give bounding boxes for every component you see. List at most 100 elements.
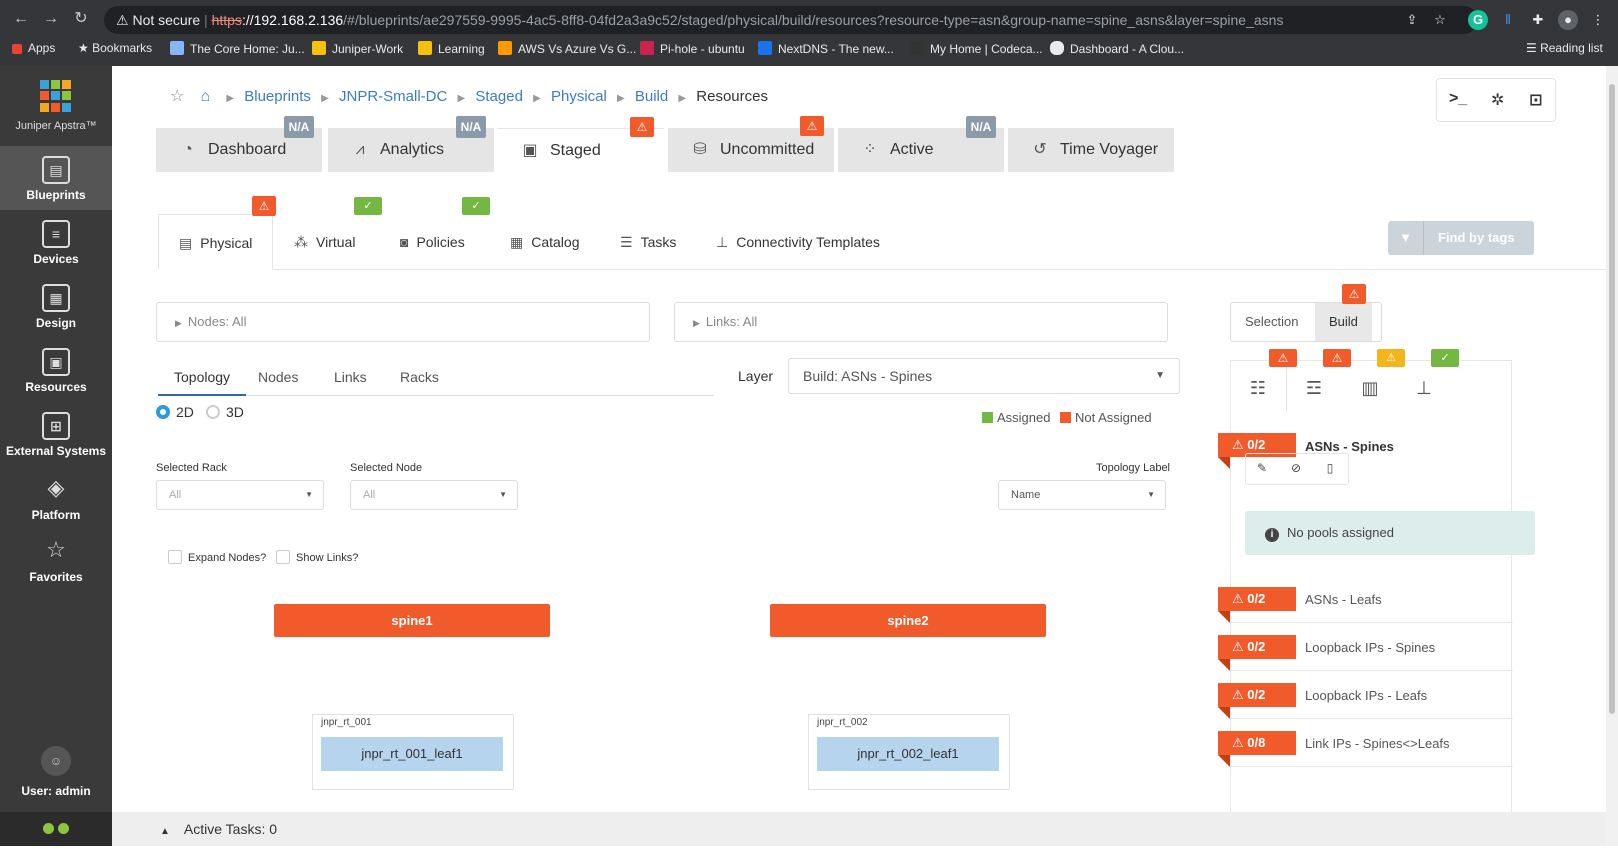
tab-dashboard[interactable]: ◔ Dashboard N/A <box>156 116 322 172</box>
resource-row[interactable]: ⚠ 0/2 ASNs - Leafs <box>1218 575 1513 623</box>
page-scrollbar[interactable] <box>1606 66 1618 846</box>
tab-staged[interactable]: ▣ Staged ⚠ <box>498 117 664 172</box>
radio-label: 2D <box>176 404 194 420</box>
subtab-label: Connectivity Templates <box>736 234 880 250</box>
resource-row[interactable]: ⚠ 0/2 Loopback IPs - Spines <box>1218 623 1513 671</box>
subtab-connectivity-templates[interactable]: ⊥ Connectivity Templates <box>716 214 880 270</box>
breadcrumb-build[interactable]: Build <box>635 88 668 105</box>
bookmark-juniper-work[interactable]: Juniper-Work <box>312 41 403 56</box>
selected-rack-select[interactable]: All ▼ <box>156 480 324 510</box>
sidebar-item-favorites[interactable]: ☆ Favorites <box>0 528 112 592</box>
sidebar-item-devices[interactable]: ≡ Devices <box>0 210 112 274</box>
bookmark-pihole[interactable]: Pi-hole - ubuntu <box>640 41 745 56</box>
puzzle-icon[interactable]: ✚ <box>1528 10 1548 30</box>
active-tasks-bar[interactable]: ▲ Active Tasks: 0 <box>112 812 1606 846</box>
home-icon[interactable]: ⌂ <box>201 88 211 105</box>
menu-kebab-icon[interactable]: ⋮ <box>1588 10 1608 30</box>
spine-node[interactable]: spine2 <box>770 604 1046 637</box>
bookmark-apps[interactable]: Apps <box>12 41 55 55</box>
tab-nodes[interactable]: Nodes <box>258 366 298 396</box>
grammarly-icon[interactable]: G <box>1468 10 1488 30</box>
user-menu[interactable]: ☺ User: admin <box>0 746 112 798</box>
tab-racks[interactable]: Racks <box>400 366 439 396</box>
find-by-tags-button[interactable]: ▼ Find by tags <box>1388 221 1534 255</box>
subtab-tasks[interactable]: ☰ Tasks <box>620 214 676 270</box>
info-icon: i <box>1265 528 1279 542</box>
breadcrumb-staged[interactable]: Staged <box>475 88 523 105</box>
tab-uncommitted[interactable]: ⛁ Uncommitted ⚠ <box>668 116 834 172</box>
checkbox-label: Show Links? <box>296 552 359 564</box>
breadcrumb-blueprint-name[interactable]: JNPR-Small-DC <box>339 88 447 105</box>
sidebar-item-design[interactable]: ▦ Design <box>0 274 112 338</box>
resource-row[interactable]: ⚠ 0/2 Loopback IPs - Leafs <box>1218 671 1513 719</box>
clear-icon[interactable]: ⊘ <box>1280 461 1312 475</box>
unlock-icon[interactable]: ⊡ <box>1529 90 1542 110</box>
bookmark-bookmarks[interactable]: ★ Bookmarks <box>78 41 152 55</box>
subtab-virtual[interactable]: ⁂ Virtual <box>294 214 355 270</box>
topology-tree-icon[interactable]: ⊥ <box>1411 375 1437 401</box>
subtab-physical[interactable]: ▤ Physical <box>158 214 274 270</box>
bookmark-codecamp[interactable]: My Home | Codeca... <box>910 41 1043 56</box>
view-3d-radio[interactable]: 3D <box>206 404 244 420</box>
blueprints-icon: ▤ <box>42 156 70 184</box>
links-filter[interactable]: ▶ Links: All <box>674 302 1168 342</box>
selection-toggle[interactable]: Selection <box>1231 303 1312 341</box>
rack-box[interactable]: jnpr_rt_001 jnpr_rt_001_leaf1 <box>312 714 514 790</box>
view-2d-radio[interactable]: 2D <box>156 404 194 420</box>
spine-node[interactable]: spine1 <box>274 604 550 637</box>
resources-list-icon[interactable]: ☷ <box>1245 375 1271 401</box>
share-icon[interactable]: ⇪ <box>1402 10 1422 30</box>
warning-icon: ⚠ <box>1232 591 1248 606</box>
expand-nodes-checkbox[interactable]: Expand Nodes? <box>168 550 266 564</box>
sidebar-item-external-systems[interactable]: ⊞ External Systems <box>0 402 112 466</box>
device-profiles-icon[interactable]: ☲ <box>1301 375 1327 401</box>
bookmark-aws-azure[interactable]: AWS Vs Azure Vs G... <box>498 41 636 56</box>
layer-select[interactable]: Build: ASNs - Spines ▼ <box>788 358 1180 394</box>
bookmark-learning[interactable]: Learning <box>418 41 485 56</box>
terminal-icon[interactable]: >_ <box>1449 90 1467 108</box>
address-bar[interactable]: ⚠ Not secure | https://192.168.2.136/#/b… <box>104 6 1478 34</box>
tab-topology[interactable]: Topology <box>158 366 247 396</box>
rack-box[interactable]: jnpr_rt_002 jnpr_rt_002_leaf1 <box>808 714 1010 790</box>
checkbox-box <box>168 550 182 564</box>
breadcrumb-blueprints[interactable]: Blueprints <box>244 88 311 105</box>
sidebar-item-blueprints[interactable]: ▤ Blueprints <box>0 146 112 210</box>
forward-icon[interactable]: → <box>40 8 62 30</box>
edit-icon[interactable]: ✎ <box>1246 461 1278 475</box>
bookmark-nextdns[interactable]: NextDNS - The new... <box>758 41 894 56</box>
subtab-policies[interactable]: ◙ Policies <box>400 214 465 270</box>
leaf-node[interactable]: jnpr_rt_001_leaf1 <box>321 737 503 771</box>
profile-avatar-icon[interactable]: ● <box>1558 10 1578 30</box>
tab-time-voyager[interactable]: ↺ Time Voyager <box>1008 128 1174 172</box>
reload-icon[interactable]: ↻ <box>70 8 92 30</box>
legend-not-assigned: Not Assigned <box>1060 410 1152 425</box>
topology-label-select[interactable]: Name ▼ <box>998 480 1166 510</box>
bookmark-star-icon[interactable]: ☆ <box>1430 10 1450 30</box>
scrollbar-thumb[interactable] <box>1609 84 1615 714</box>
resource-count-badge: ⚠ 0/2 <box>1218 683 1296 719</box>
selected-node-select[interactable]: All ▼ <box>350 480 518 510</box>
build-toggle[interactable]: Build <box>1315 303 1372 341</box>
rack-types-icon[interactable]: ▥ <box>1357 375 1383 401</box>
tab-links[interactable]: Links <box>334 366 367 396</box>
extension-icon[interactable]: ⫴ <box>1498 10 1518 30</box>
breadcrumb-physical[interactable]: Physical <box>551 88 607 105</box>
tab-active[interactable]: ⁘ Active N/A <box>838 116 1004 172</box>
subtab-catalog[interactable]: ▦ Catalog <box>510 214 580 270</box>
apstra-logo[interactable]: Juniper Apstra™ <box>0 80 112 132</box>
bookmark-dashboard[interactable]: Dashboard - A Clou... <box>1050 41 1184 56</box>
resource-row[interactable]: ⚠ 0/8 Link IPs - Spines<>Leafs <box>1218 719 1513 767</box>
tab-analytics[interactable]: ⩘ Analytics N/A <box>328 116 494 172</box>
favorite-star-icon[interactable]: ☆ <box>170 88 184 105</box>
show-links-checkbox[interactable]: Show Links? <box>276 550 358 564</box>
subtab-label: Policies <box>416 234 465 250</box>
bug-icon[interactable]: ✲ <box>1491 90 1504 110</box>
sidebar-item-platform[interactable]: ◈ Platform <box>0 466 112 530</box>
back-icon[interactable]: ← <box>10 8 32 30</box>
document-icon[interactable]: ▯ <box>1314 461 1346 475</box>
leaf-node[interactable]: jnpr_rt_002_leaf1 <box>817 737 999 771</box>
reading-list[interactable]: ☰ Reading list <box>1526 41 1603 55</box>
sidebar-item-resources[interactable]: ▣ Resources <box>0 338 112 402</box>
bookmark-core-home[interactable]: The Core Home: Ju... <box>170 41 305 56</box>
nodes-filter[interactable]: ▶ Nodes: All <box>156 302 650 342</box>
